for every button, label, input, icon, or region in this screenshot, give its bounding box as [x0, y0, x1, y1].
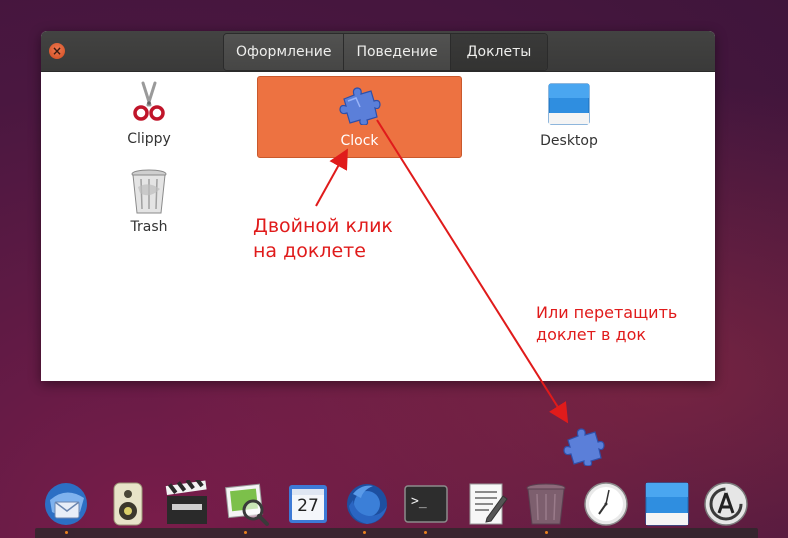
annotation-double-click: Двойной клик на доклете	[253, 215, 393, 262]
scissors-icon	[133, 81, 165, 121]
puzzle-icon	[563, 428, 605, 466]
trash-icon	[131, 169, 167, 214]
clapperboard-icon[interactable]	[163, 480, 211, 528]
running-indicator	[545, 531, 548, 534]
desktop-icon	[548, 83, 590, 125]
running-indicator	[65, 531, 68, 534]
applet-label: Trash	[130, 219, 168, 235]
running-indicator	[363, 531, 366, 534]
calendar-icon[interactable]: 27	[284, 480, 332, 528]
image-viewer-icon[interactable]	[223, 480, 271, 528]
running-indicator	[244, 531, 247, 534]
applet-trash[interactable]: Trash	[119, 169, 179, 235]
software-updater-icon[interactable]	[702, 480, 750, 528]
tab-behavior[interactable]: Поведение	[344, 34, 451, 70]
annotation-drag: Или перетащить доклет в док	[536, 303, 678, 344]
terminal-prompt: >_	[411, 494, 427, 509]
trash-icon[interactable]	[522, 480, 570, 528]
dock: 27 >_	[33, 468, 758, 538]
thunderbird-icon[interactable]	[42, 480, 90, 528]
terminal-icon[interactable]: >_	[402, 480, 450, 528]
tab-docklets[interactable]: Доклеты	[450, 34, 548, 70]
applet-clock[interactable]: Clock	[257, 76, 462, 158]
tab-bar: Оформление Поведение Доклеты	[223, 33, 549, 71]
text-editor-icon[interactable]	[463, 480, 511, 528]
running-indicator	[424, 531, 427, 534]
applet-clippy[interactable]: Clippy	[119, 81, 179, 147]
speaker-icon[interactable]	[104, 480, 152, 528]
applet-label: Desktop	[540, 133, 598, 149]
applet-label: Clippy	[127, 131, 171, 147]
firefox-icon[interactable]	[343, 480, 391, 528]
tab-appearance[interactable]: Оформление	[224, 34, 345, 70]
title-bar: × Оформление Поведение Доклеты	[41, 31, 715, 72]
calendar-day: 27	[297, 496, 319, 516]
clock-icon[interactable]	[582, 480, 630, 528]
desktop-icon[interactable]	[643, 480, 691, 528]
close-button[interactable]: ×	[49, 43, 65, 59]
applet-label: Clock	[340, 133, 379, 149]
applet-desktop[interactable]: Desktop	[534, 83, 604, 149]
puzzle-icon	[339, 87, 381, 125]
